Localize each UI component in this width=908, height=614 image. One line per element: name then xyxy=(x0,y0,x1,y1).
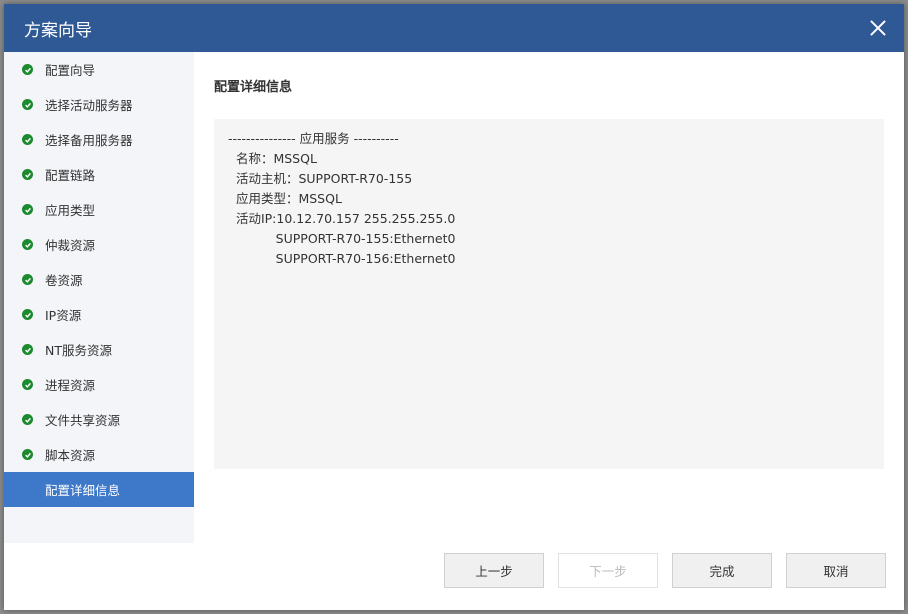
check-icon xyxy=(22,169,33,180)
button-bar: 上一步 下一步 完成 取消 xyxy=(444,553,886,588)
wizard-step-label: NT服务资源 xyxy=(45,343,112,358)
close-icon[interactable] xyxy=(868,18,888,38)
wizard-step[interactable]: 脚本资源 xyxy=(4,437,194,472)
detail-line: 活动主机：SUPPORT-R70-155 xyxy=(228,171,413,186)
check-icon xyxy=(22,344,33,355)
wizard-step-label: 文件共享资源 xyxy=(45,413,121,428)
detail-line: SUPPORT-R70-156:Ethernet0 xyxy=(228,251,456,266)
section-title: 配置详细信息 xyxy=(214,80,293,95)
detail-line: --------------- 应用服务 ---------- xyxy=(228,131,399,146)
wizard-step-label: 配置向导 xyxy=(45,63,96,78)
wizard-step-label: 配置详细信息 xyxy=(45,483,121,498)
check-icon xyxy=(22,449,33,460)
detail-line: 应用类型：MSSQL xyxy=(228,191,342,206)
detail-line: 活动IP:10.12.70.157 255.255.255.0 xyxy=(228,211,456,226)
wizard-step-label: 卷资源 xyxy=(45,273,83,288)
cancel-button[interactable]: 取消 xyxy=(786,553,886,588)
check-icon xyxy=(22,239,33,250)
check-icon xyxy=(22,99,33,110)
check-icon xyxy=(22,204,33,215)
wizard-step-label: 进程资源 xyxy=(45,378,96,393)
next-button: 下一步 xyxy=(558,553,658,588)
wizard-step[interactable]: 配置向导 xyxy=(4,52,194,87)
finish-button[interactable]: 完成 xyxy=(672,553,772,588)
detail-line: 名称：MSSQL xyxy=(228,151,317,166)
check-icon xyxy=(22,309,33,320)
wizard-step-label: 选择活动服务器 xyxy=(45,98,133,113)
dialog-titlebar: 方案向导 xyxy=(4,4,904,52)
wizard-step-label: 应用类型 xyxy=(45,203,96,218)
wizard-step[interactable]: 应用类型 xyxy=(4,192,194,227)
wizard-step-label: 配置链路 xyxy=(45,168,96,183)
wizard-step[interactable]: 配置详细信息 xyxy=(4,472,194,507)
wizard-step[interactable]: 配置链路 xyxy=(4,157,194,192)
wizard-steps: 配置向导选择活动服务器 选择备用服务器 配置链路应用类型仲裁资源卷资源 IP资源 NT服… xyxy=(4,52,194,543)
wizard-step[interactable]: 仲裁资源 xyxy=(4,227,194,262)
check-icon xyxy=(22,134,33,145)
wizard-step[interactable]: 选择活动服务器 xyxy=(4,87,194,122)
wizard-step-label: 仲裁资源 xyxy=(45,238,96,253)
wizard-dialog: 方案向导 配置向导选择活动服务器 选择备用服务器 配置链路应用类型仲裁资源卷资源 IP… xyxy=(4,4,904,610)
main-content: 配置详细信息 --------------- 应用服务 ---------- 名… xyxy=(214,52,884,469)
detail-line: SUPPORT-R70-155:Ethernet0 xyxy=(228,231,456,246)
wizard-step[interactable]: IP资源 xyxy=(4,297,194,332)
check-icon xyxy=(22,64,33,75)
check-icon xyxy=(22,379,33,390)
check-icon xyxy=(22,414,33,425)
wizard-step[interactable]: 卷资源 xyxy=(4,262,194,297)
wizard-step-label: 选择备用服务器 xyxy=(45,133,133,148)
wizard-step[interactable]: 进程资源 xyxy=(4,367,194,402)
wizard-step-label: 脚本资源 xyxy=(45,448,96,463)
details-box: --------------- 应用服务 ---------- 名称：MSSQL… xyxy=(214,119,884,469)
wizard-step[interactable]: 文件共享资源 xyxy=(4,402,194,437)
check-icon xyxy=(22,274,33,285)
wizard-step[interactable]: NT服务资源 xyxy=(4,332,194,367)
prev-button[interactable]: 上一步 xyxy=(444,553,544,588)
wizard-step-label: IP资源 xyxy=(45,308,82,323)
dialog-title: 方案向导 xyxy=(24,20,92,41)
wizard-step[interactable]: 选择备用服务器 xyxy=(4,122,194,157)
